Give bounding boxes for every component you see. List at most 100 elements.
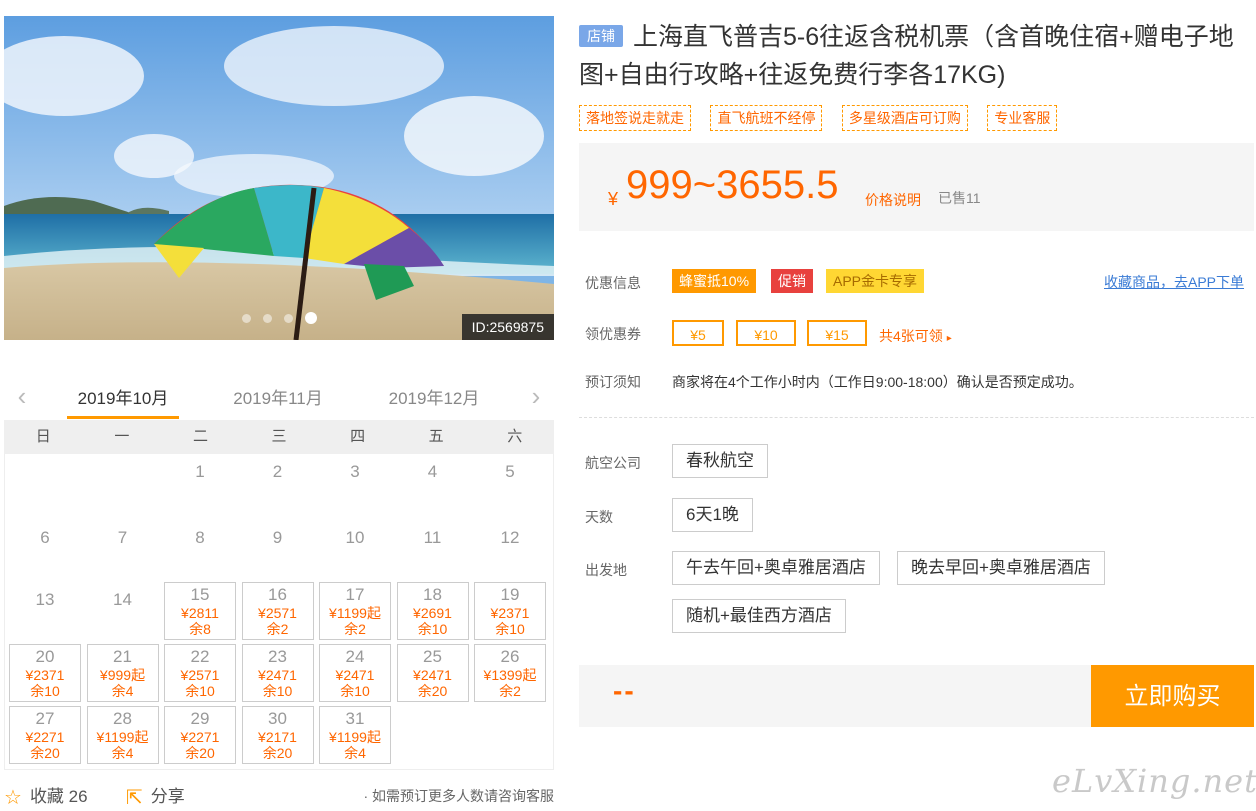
coupon-5[interactable]: ¥5 <box>672 320 724 346</box>
carousel-dot[interactable] <box>241 314 251 323</box>
calendar-day-price: ¥1199起 <box>329 729 381 745</box>
calendar-day[interactable]: 22 ¥2571 余10 <box>164 644 236 702</box>
promotions-label: 优惠信息 <box>585 275 641 291</box>
more-coupons-label: 共4张可领 <box>879 328 943 344</box>
calendar-day-number: 6 <box>40 528 50 547</box>
group-booking-note: · 如需预订更多人数请咨询客服 <box>363 788 554 804</box>
calendar-day-number: 30 <box>268 709 287 728</box>
carousel-dot[interactable] <box>283 314 293 323</box>
calendar-day-price: ¥2571 <box>258 605 297 621</box>
calendar-day-number: 11 <box>423 528 442 547</box>
calendar-day[interactable]: 28 ¥1199起 余4 <box>86 706 159 764</box>
calendar-day-number: 20 <box>35 647 55 666</box>
calendar-day-number: 12 <box>500 528 520 547</box>
calendar-day[interactable]: 25 ¥2471 余20 <box>396 644 469 702</box>
calendar-day-remaining: 余8 <box>189 621 211 637</box>
calendar-day-remaining: 余2 <box>344 621 366 637</box>
month-tab-nov[interactable]: 2019年11月 <box>218 384 338 409</box>
departure-label: 出发地 <box>585 562 627 578</box>
product-page: ID:2569875 ‹ 2019年10月 2019年11月 2019年12月 … <box>0 0 1256 811</box>
star-icon: ☆ <box>4 787 22 809</box>
calendar-day[interactable]: 26 ¥1399起 余2 <box>474 644 546 702</box>
calendar-day-remaining: 余10 <box>340 683 370 699</box>
prev-month-chevron-icon[interactable]: ‹ <box>10 382 34 410</box>
carousel-dot[interactable] <box>262 314 272 323</box>
calendar-day-remaining: 余10 <box>185 683 215 699</box>
calendar-day[interactable]: 20 ¥2371 余10 <box>9 644 81 702</box>
calendar-grid: 1 2 3 4 5 6 7 8 9 10 11 12 13 14 15 ¥2811 余8 16 ¥2571 余2 17 ¥… <box>4 454 554 770</box>
promo-badge-app-gold: APP金卡专享 <box>826 269 925 293</box>
option-departure-2[interactable]: 晚去早回+奥卓雅居酒店 <box>897 551 1105 585</box>
days-label: 天数 <box>585 509 613 525</box>
calendar-day-number: 25 <box>423 647 442 666</box>
favorite-app-link[interactable]: 收藏商品，去APP下单 <box>1104 272 1244 292</box>
calendar-day-price: ¥2571 <box>180 667 220 683</box>
coupon-10[interactable]: ¥10 <box>736 320 796 346</box>
calendar-day-number: 18 <box>423 585 442 604</box>
weekday-label: 三 <box>271 428 287 445</box>
calendar-day-remaining: 余20 <box>185 745 215 761</box>
option-departure-3[interactable]: 随机+最佳西方酒店 <box>672 599 846 633</box>
calendar-day[interactable]: 27 ¥2271 余20 <box>9 706 81 764</box>
weekday-label: 日 <box>35 428 51 445</box>
product-image[interactable]: ID:2569875 <box>4 16 554 340</box>
calendar-day-remaining: 余4 <box>111 745 134 761</box>
calendar-day-remaining: 余2 <box>266 621 289 637</box>
calendar-day-number: 19 <box>500 585 520 604</box>
calendar-day-number: 13 <box>35 590 55 609</box>
currency-symbol: ¥ <box>608 189 619 209</box>
calendar-day-remaining: 余4 <box>344 745 366 761</box>
calendar-day[interactable]: 18 ¥2691 余10 <box>396 582 469 640</box>
buy-now-button[interactable]: 立即购买 <box>1091 665 1254 727</box>
booking-notice-text: 商家将在4个工作小时内（工作日9:00-18:00）确认是否预定成功。 <box>672 374 1083 390</box>
calendar-day[interactable]: 17 ¥1199起 余2 <box>319 582 391 640</box>
month-tab-oct[interactable]: 2019年10月 <box>63 384 183 409</box>
calendar-day: 5 <box>474 460 546 518</box>
calendar-day-remaining: 余20 <box>417 683 448 699</box>
calendar-day-price: ¥1199起 <box>96 729 149 745</box>
calendar-day[interactable]: 29 ¥2271 余20 <box>164 706 236 764</box>
calendar-day[interactable]: 23 ¥2471 余10 <box>241 644 314 702</box>
option-days[interactable]: 6天1晚 <box>672 498 753 532</box>
sold-count: 已售11 <box>938 190 981 206</box>
calendar-day-price: ¥2271 <box>180 729 220 745</box>
calendar-day-number: 5 <box>505 462 515 481</box>
weekday-label: 四 <box>350 428 366 445</box>
month-tab-dec[interactable]: 2019年12月 <box>374 384 494 409</box>
calendar-day: 8 <box>164 526 236 584</box>
product-title-text: 上海直飞普吉5-6往返含税机票（含首晚住宿+赠电子地图+自由行攻略+往返免费行李… <box>579 23 1234 89</box>
coupons-label: 领优惠券 <box>585 326 641 342</box>
calendar-day: 14 <box>87 588 159 646</box>
share-label: 分享 <box>150 787 185 806</box>
next-month-chevron-icon[interactable]: › <box>524 382 548 410</box>
calendar-day-price: ¥1399起 <box>483 667 537 683</box>
calendar-day-number: 17 <box>345 585 365 604</box>
calendar-day[interactable]: 21 ¥999起 余4 <box>86 644 159 702</box>
coupon-15[interactable]: ¥15 <box>807 320 867 346</box>
calendar-day-number: 23 <box>268 647 287 666</box>
calendar-day[interactable]: 24 ¥2471 余10 <box>319 644 391 702</box>
calendar-day[interactable]: 31 ¥1199起 余4 <box>319 706 391 764</box>
calendar-day[interactable]: 30 ¥2171 余20 <box>241 706 314 764</box>
calendar-day: 11 <box>397 526 469 584</box>
promo-badge-honey: 蜂蜜抵10% <box>672 269 757 293</box>
calendar-day[interactable]: 16 ¥2571 余2 <box>241 582 314 640</box>
carousel-dot-active[interactable] <box>304 312 317 324</box>
price-explanation-link[interactable]: 价格说明 <box>865 190 921 210</box>
calendar-day-remaining: 余10 <box>417 621 448 637</box>
more-coupons-link[interactable]: 共4张可领 ▸ <box>879 326 952 346</box>
favorite-button[interactable]: ☆ 收藏 26 <box>4 782 88 810</box>
feature-tag: 落地签说走就走 <box>579 105 691 131</box>
calendar-day: 4 <box>397 460 469 518</box>
share-button[interactable]: ⇱ 分享 <box>126 782 185 810</box>
calendar-day[interactable]: 19 ¥2371 余10 <box>474 582 546 640</box>
calendar-day[interactable]: 15 ¥2811 余8 <box>164 582 236 640</box>
option-airline[interactable]: 春秋航空 <box>672 444 768 478</box>
product-title: 店铺 上海直飞普吉5-6往返含税机票（含首晚住宿+赠电子地图+自由行攻略+往返免费… <box>579 18 1255 94</box>
shop-tag[interactable]: 店铺 <box>579 25 623 47</box>
option-departure-1[interactable]: 午去午回+奥卓雅居酒店 <box>672 551 880 585</box>
calendar-day-number: 8 <box>195 528 205 547</box>
calendar-day-price: ¥2471 <box>413 667 452 683</box>
calendar-day-price: ¥999起 <box>99 667 146 683</box>
calendar-day: 13 <box>9 588 81 646</box>
